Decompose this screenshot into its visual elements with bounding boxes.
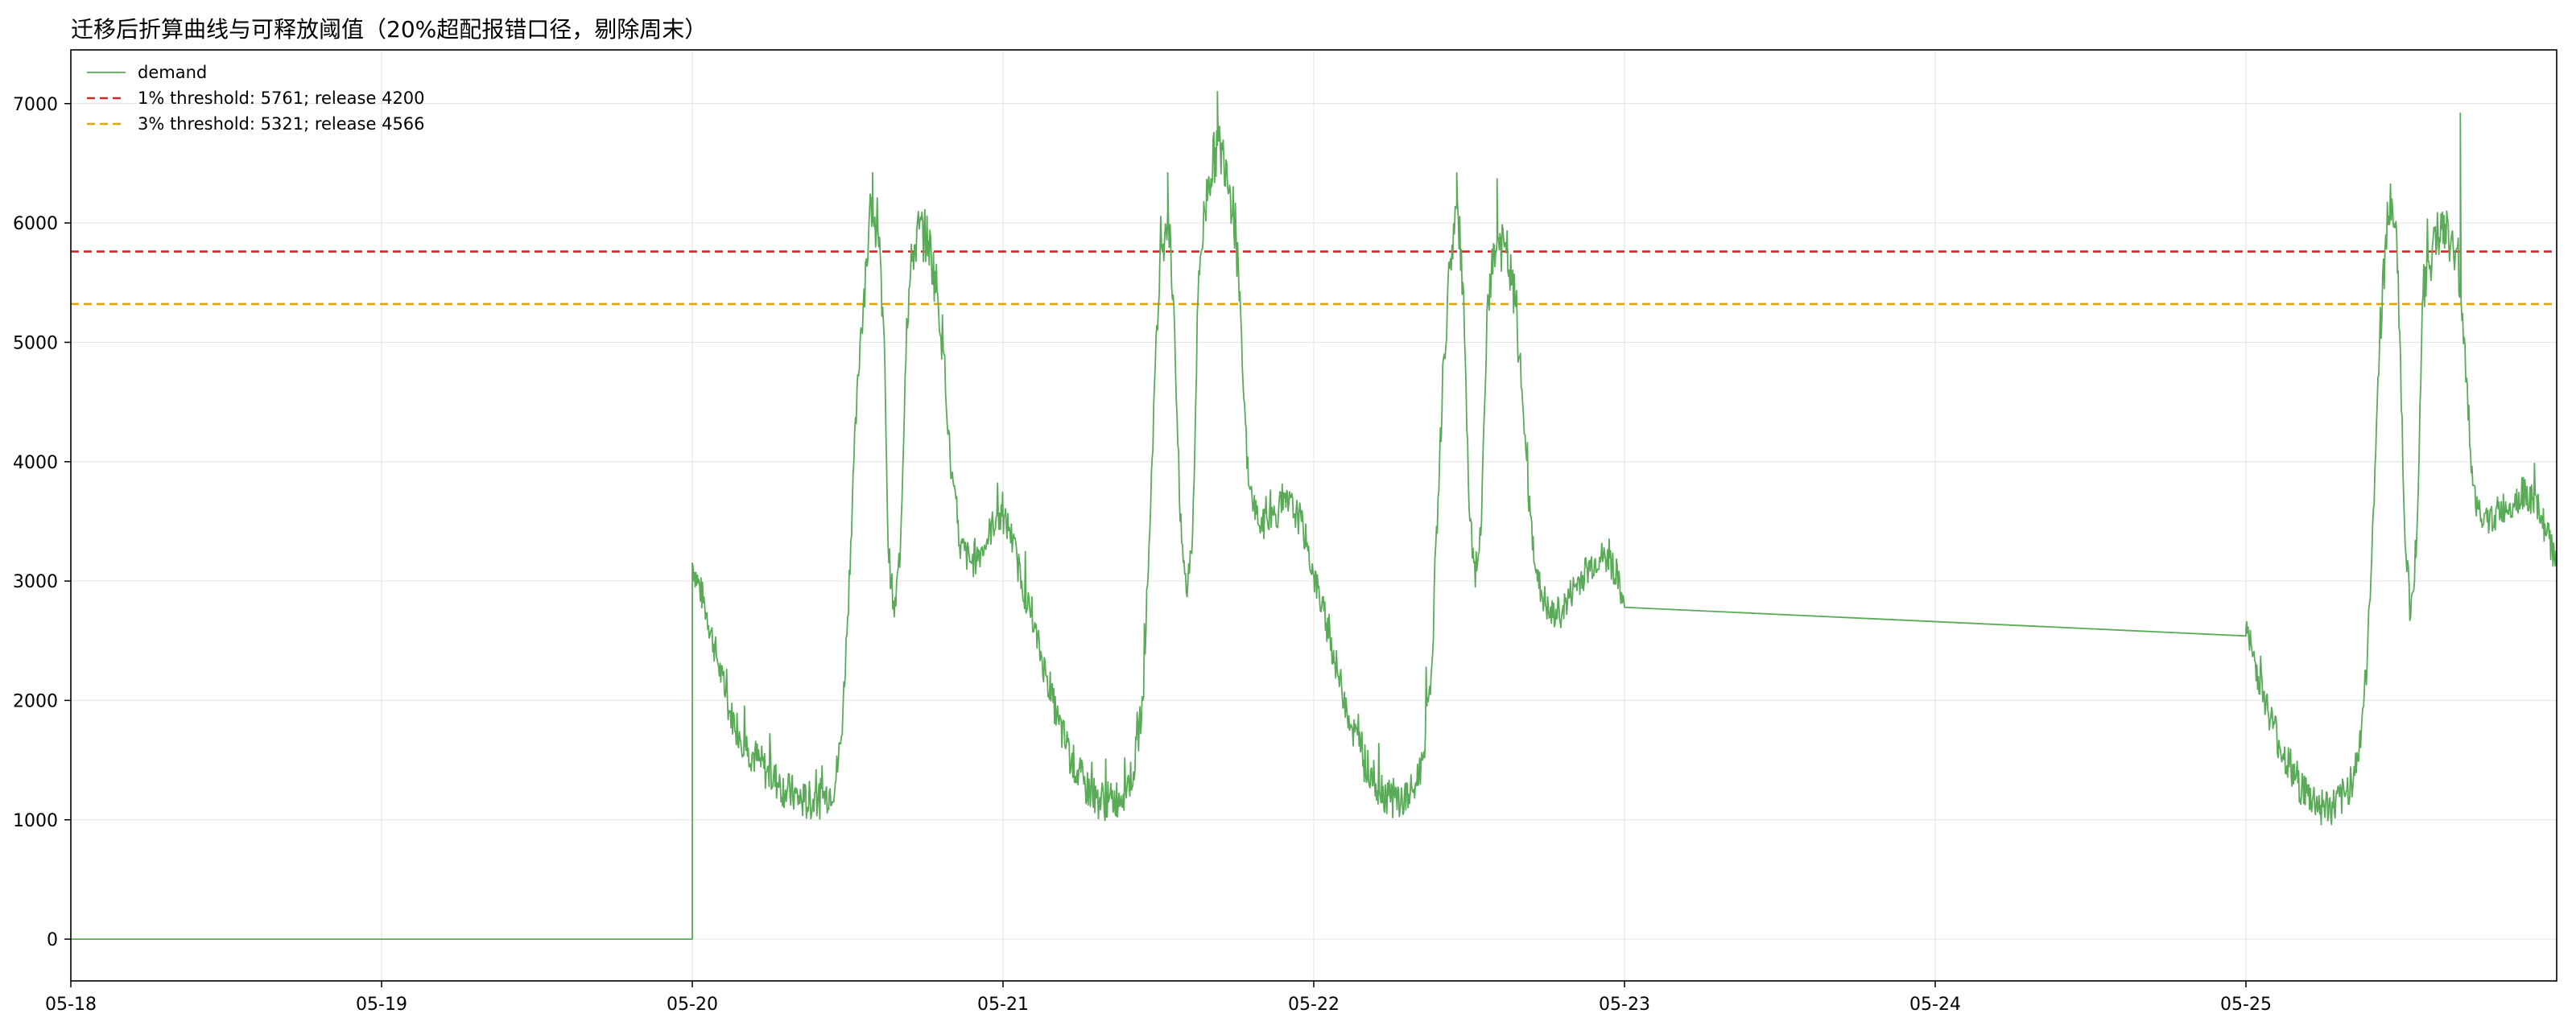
x-tick-label-7: 05-25 [2220,995,2272,1015]
y-tick-label-4: 4000 [13,453,58,473]
y-tick-label-6: 6000 [13,214,58,234]
chart-title: 迁移后折算曲线与可释放阈值（20%超配报错口径，剔除周末） [71,16,707,43]
x-tick-label-5: 05-23 [1599,995,1650,1015]
x-tick-label-2: 05-20 [667,995,718,1015]
x-tick-label-3: 05-21 [977,995,1029,1015]
x-tick-label-6: 05-24 [1909,995,1961,1015]
y-tick-label-7: 7000 [13,95,58,115]
legend-label-0: demand [138,63,207,82]
x-tick-label-0: 05-18 [45,995,97,1015]
chart-root: 迁移后折算曲线与可释放阈值（20%超配报错口径，剔除周末） 05-18 05-19… [0,0,2576,1030]
legend-label-1: 1% threshold: 5761; release 4200 [138,89,425,108]
y-tick-label-3: 3000 [13,572,58,592]
y-tick-label-5: 5000 [13,333,58,353]
y-tick-label-2: 2000 [13,691,58,711]
x-tick-label-4: 05-22 [1288,995,1340,1015]
y-tick-label-1: 1000 [13,811,58,831]
line-chart: 迁移后折算曲线与可释放阈值（20%超配报错口径，剔除周末） 05-18 05-19… [0,0,2576,1030]
chart-background [0,0,2576,1030]
y-tick-label-0: 0 [47,930,58,950]
legend-label-2: 3% threshold: 5321; release 4566 [138,114,425,134]
x-tick-label-1: 05-19 [356,995,407,1015]
